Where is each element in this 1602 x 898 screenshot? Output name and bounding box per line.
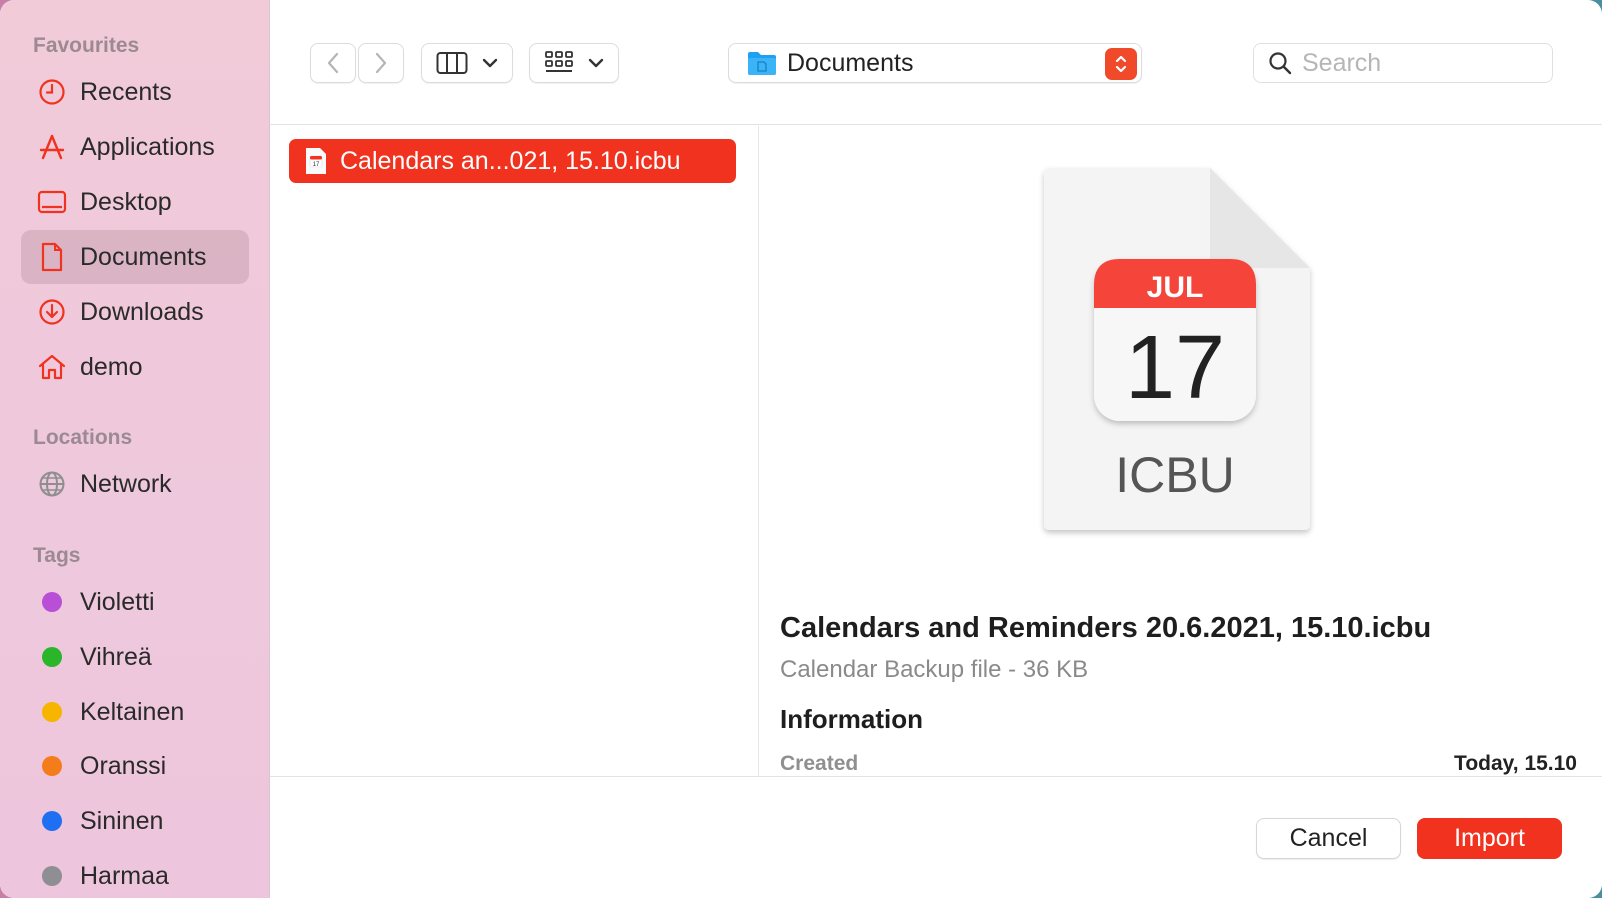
open-dialog: Favourites Recents Applications Desktop … [0,0,1602,898]
search-field[interactable] [1253,43,1553,83]
sidebar-tag-harmaa[interactable]: Harmaa [21,849,249,898]
chevron-down-icon [588,58,604,68]
sidebar-item-downloads[interactable]: Downloads [21,285,249,339]
calendar-backup-file-icon: JUL 17 ICBU [1038,166,1318,546]
file-name: Calendars an...021, 15.10.icbu [340,146,681,175]
dialog-footer: Cancel Import [270,776,1602,898]
sidebar-item-label: Harmaa [80,861,169,890]
sidebar-tag-vihrea[interactable]: Vihreä [21,630,249,684]
document-icon [35,240,69,274]
popup-stepper-icon [1105,48,1137,80]
sidebar-item-label: Sininen [80,806,164,835]
globe-icon [35,467,69,501]
chevron-left-icon [327,52,339,74]
view-mode-button[interactable] [421,43,513,83]
sidebar-item-label: Applications [80,132,215,161]
sidebar-item-label: Vihreä [80,642,152,671]
chevron-down-icon [482,58,498,68]
desktop-icon [35,185,69,219]
forward-button[interactable] [358,43,404,83]
svg-text:17: 17 [313,162,320,168]
sidebar-item-desktop[interactable]: Desktop [21,175,249,229]
tag-color-dot [42,811,62,831]
created-label: Created [780,752,859,775]
location-popup[interactable]: Documents [728,43,1142,83]
sidebar-item-label: demo [80,352,143,381]
location-label: Documents [787,48,914,77]
clock-icon [35,75,69,109]
sidebar-item-label: Oranssi [80,751,167,780]
chevron-right-icon [375,52,387,74]
cancel-button[interactable]: Cancel [1256,818,1401,859]
sidebar-item-label: Documents [80,242,207,271]
folder-icon [747,50,777,76]
icon-month: JUL [1147,271,1204,304]
sidebar-tag-oranssi[interactable]: Oranssi [21,739,249,793]
file-list-column: 17 Calendars an...021, 15.10.icbu [270,126,759,776]
column-view-icon [436,52,468,74]
search-input[interactable] [1302,48,1532,78]
sidebar-tag-keltainen[interactable]: Keltainen [21,685,249,739]
calendar-file-icon: 17 [304,147,328,175]
sidebar-item-network[interactable]: Network [21,457,249,511]
information-heading: Information [780,704,923,734]
sidebar-item-label: Violetti [80,587,155,616]
search-icon [1268,51,1292,75]
tag-color-dot [42,592,62,612]
tag-color-dot [42,647,62,667]
file-row-selected[interactable]: 17 Calendars an...021, 15.10.icbu [289,139,736,183]
tag-color-dot [42,866,62,886]
preview-title: Calendars and Reminders 20.6.2021, 15.10… [780,612,1432,644]
tags-heading: Tags [33,544,81,567]
sidebar-item-recents[interactable]: Recents [21,65,249,119]
home-icon [35,350,69,384]
icon-extension: ICBU [1115,447,1234,503]
sidebar-tag-violetti[interactable]: Violetti [21,575,249,629]
sidebar-item-label: Downloads [80,297,204,326]
import-button[interactable]: Import [1417,818,1562,859]
back-button[interactable] [310,43,356,83]
locations-heading: Locations [33,426,133,449]
created-value: Today, 15.10 [1454,752,1577,775]
tag-color-dot [42,756,62,776]
toolbar: Documents [270,0,1602,125]
group-button[interactable] [529,43,619,83]
tag-color-dot [42,702,62,722]
icon-day: 17 [1125,318,1225,418]
sidebar-item-applications[interactable]: Applications [21,120,249,174]
preview-pane: JUL 17 ICBU Calendars and Reminders 20.6… [760,126,1602,776]
download-icon [35,295,69,329]
sidebar-item-label: Recents [80,77,172,106]
preview-kind: Calendar Backup file - 36 KB [780,656,1089,683]
sidebar-tag-sininen[interactable]: Sininen [21,794,249,848]
sidebar-item-documents[interactable]: Documents [21,230,249,284]
favourites-heading: Favourites [33,34,140,57]
sidebar-item-label: Keltainen [80,697,185,726]
sidebar: Favourites Recents Applications Desktop … [0,0,270,898]
grid-icon [545,51,573,72]
sidebar-item-demo[interactable]: demo [21,340,249,394]
sidebar-item-label: Network [80,469,172,498]
sidebar-item-label: Desktop [80,187,172,216]
applications-icon [35,130,69,164]
